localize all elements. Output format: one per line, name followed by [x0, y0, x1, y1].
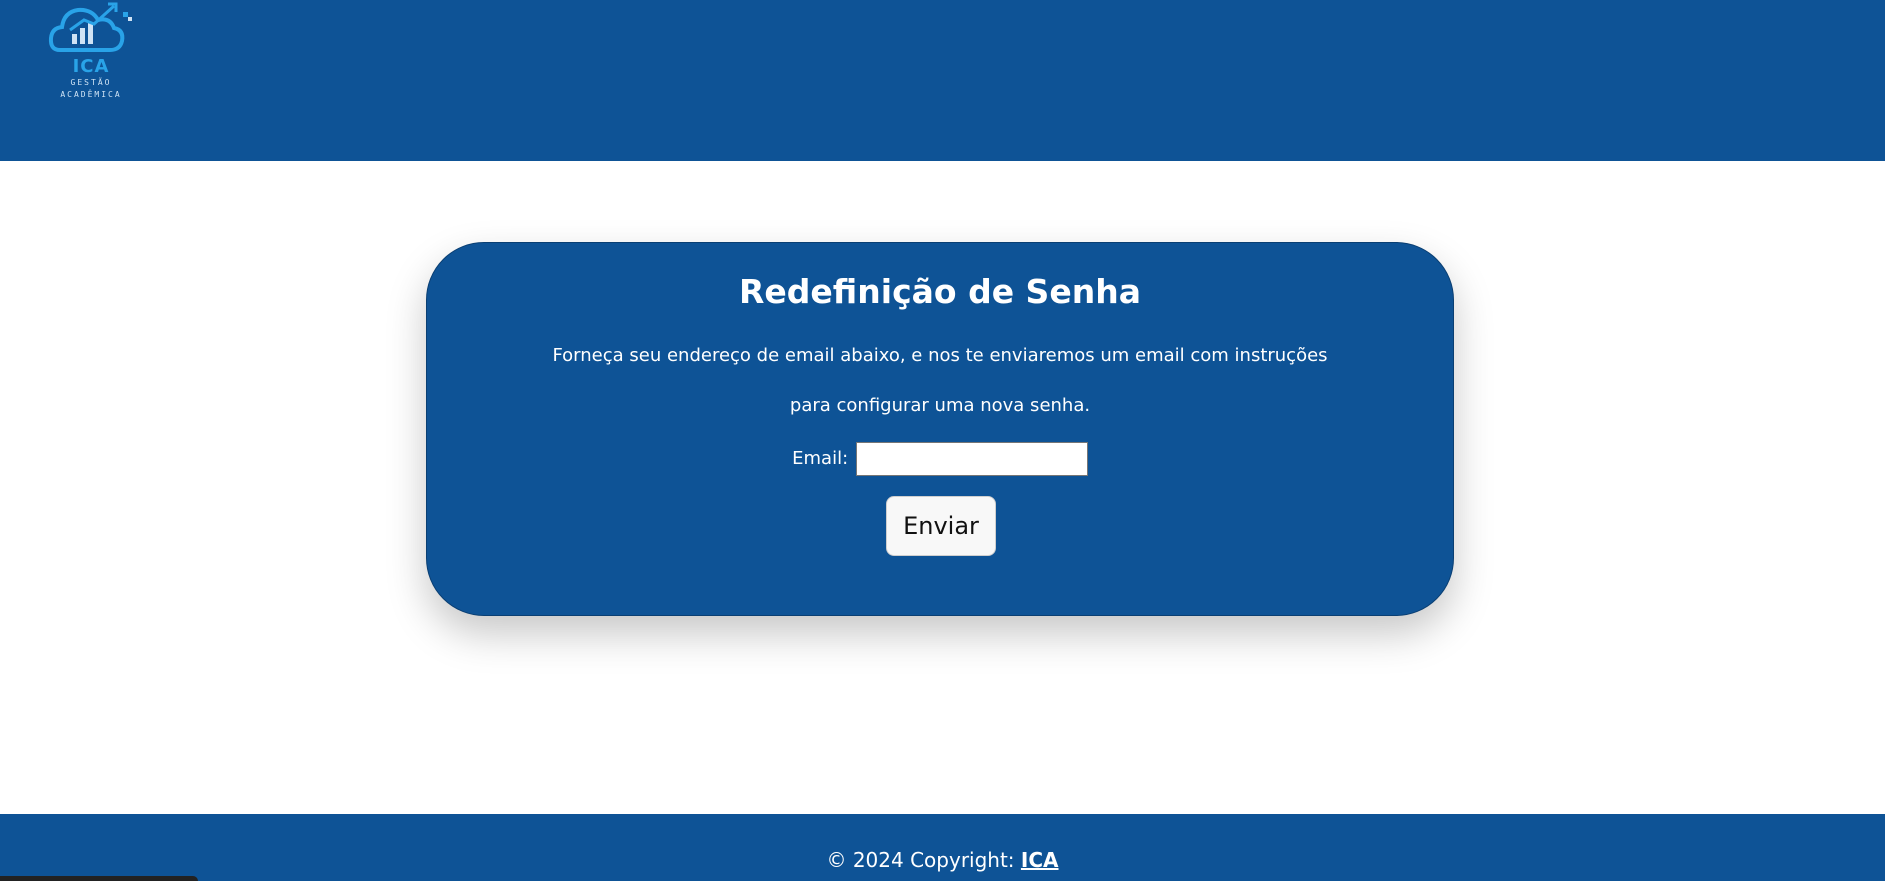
- logo-subtitle-line1: GESTÃO: [70, 78, 112, 87]
- email-row: Email:: [427, 441, 1453, 477]
- header: ICA GESTÃO ACADÊMICA: [0, 0, 1885, 161]
- submit-button[interactable]: Enviar: [886, 496, 996, 556]
- copyright-text: © 2024 Copyright:: [826, 848, 1015, 872]
- instructions-line2: para configurar uma nova senha.: [789, 395, 1091, 416]
- instructions-line1: Forneça seu endereço de email abaixo, e …: [552, 345, 1328, 366]
- password-reset-card: Redefinição de Senha Forneça seu endereç…: [426, 242, 1454, 616]
- copyright-link[interactable]: ICA: [1021, 848, 1059, 872]
- footer: © 2024 Copyright: ICA: [0, 814, 1885, 881]
- logo[interactable]: ICA GESTÃO ACADÊMICA: [48, 0, 134, 110]
- cloud-chart-icon: [48, 2, 132, 52]
- taskbar-edge: [0, 876, 198, 881]
- logo-name: ICA: [72, 56, 110, 77]
- logo-subtitle-line2: ACADÊMICA: [60, 90, 122, 99]
- page-title: Redefinição de Senha: [739, 272, 1141, 311]
- email-field[interactable]: [855, 442, 1088, 476]
- email-label: Email:: [792, 448, 849, 469]
